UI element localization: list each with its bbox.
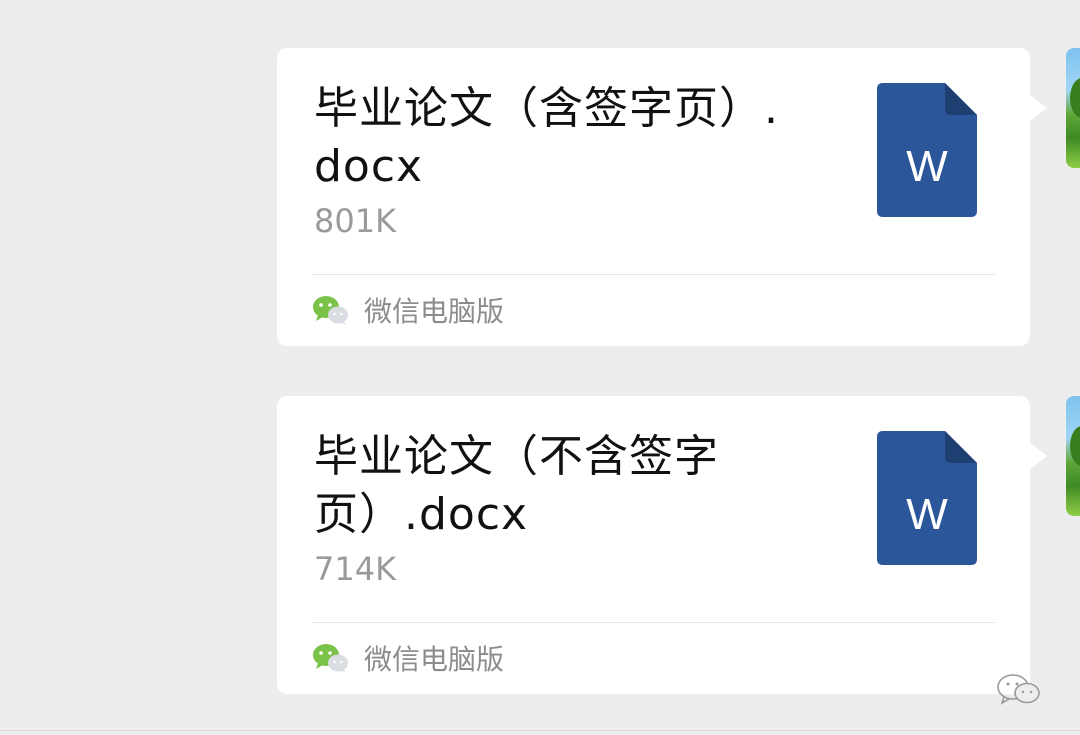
file-card[interactable]: 毕业论文（不含签字页）.docx 714K W 微信电脑版 [277, 396, 1030, 694]
word-doc-letter: W [906, 490, 948, 539]
file-card[interactable]: 毕业论文（含签字页）.docx 801K W 微信电脑版 [277, 48, 1030, 346]
source-row: 微信电脑版 [312, 640, 504, 676]
avatar[interactable] [1066, 48, 1080, 168]
word-doc-letter: W [906, 142, 948, 191]
bubble-tail [1029, 94, 1047, 122]
bottom-divider [0, 730, 1080, 731]
avatar[interactable] [1066, 396, 1080, 516]
chat-message-file: 毕业论文（不含签字页）.docx 714K W 微信电脑版 [0, 396, 1080, 694]
divider [312, 622, 995, 623]
file-name: 毕业论文（不含签字页）.docx [314, 431, 719, 540]
wechat-icon [313, 296, 348, 325]
divider [312, 274, 995, 275]
source-label: 微信电脑版 [364, 643, 505, 676]
wechat-icon [313, 644, 348, 673]
bubble-tail [1029, 442, 1047, 470]
file-size: 801K [314, 202, 397, 240]
word-doc-icon: W [877, 431, 977, 565]
source-row: 微信电脑版 [312, 292, 504, 328]
word-doc-icon: W [877, 83, 977, 217]
source-label: 微信电脑版 [364, 295, 505, 328]
file-name: 毕业论文（含签字页）.docx [314, 83, 779, 192]
chat-message-file: 毕业论文（含签字页）.docx 801K W 微信电脑版 [0, 48, 1080, 346]
wechat-watermark-icon [997, 674, 1040, 705]
file-size: 714K [314, 550, 397, 588]
